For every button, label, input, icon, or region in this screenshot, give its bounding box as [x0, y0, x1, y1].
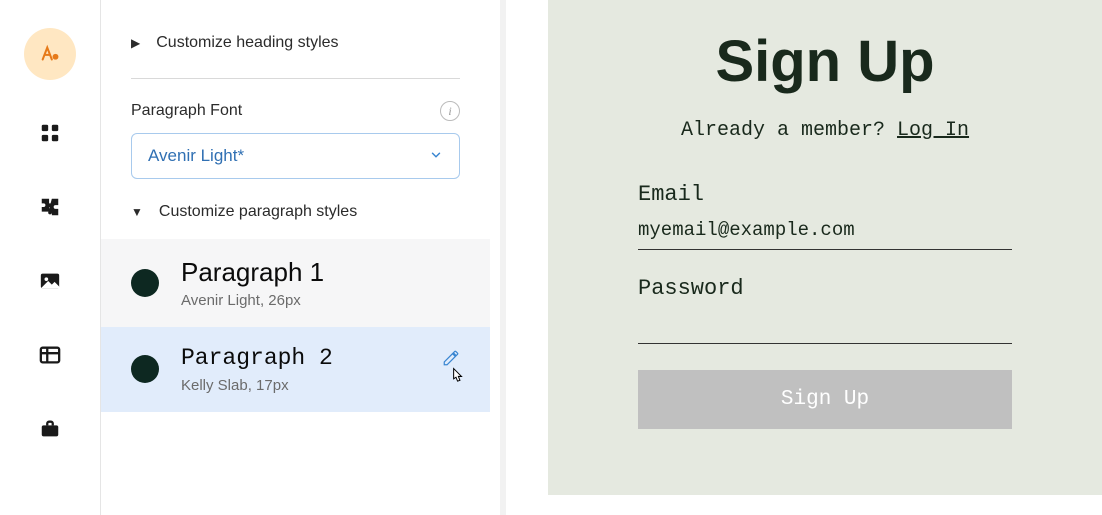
password-field[interactable]: [638, 307, 1012, 344]
already-member-row: Already a member? Log In: [598, 119, 1052, 142]
style-desc: Avenir Light, 26px: [181, 292, 460, 309]
image-icon[interactable]: [29, 260, 71, 302]
info-icon[interactable]: i: [440, 101, 460, 121]
font-select-value: Avenir Light*: [148, 146, 244, 166]
heading-styles-toggle[interactable]: ▶ Customize heading styles: [131, 30, 460, 56]
style-desc: Kelly Slab, 17px: [181, 377, 460, 394]
email-label: Email: [638, 182, 1012, 207]
style-name: Paragraph 1: [181, 257, 460, 288]
settings-panel: ▶ Customize heading styles Paragraph Fon…: [100, 0, 490, 515]
signup-button[interactable]: Sign Up: [638, 370, 1012, 429]
heading-toggle-label: Customize heading styles: [156, 34, 338, 52]
email-field[interactable]: [638, 213, 1012, 250]
login-link[interactable]: Log In: [897, 119, 969, 142]
divider: [131, 78, 460, 79]
paragraph-font-label: Paragraph Font: [131, 102, 242, 120]
password-label: Password: [638, 276, 1012, 301]
paragraph-style-1[interactable]: Paragraph 1 Avenir Light, 26px: [101, 239, 490, 327]
paragraph-style-2[interactable]: Paragraph 2 Kelly Slab, 17px: [101, 327, 490, 412]
style-name: Paragraph 2: [181, 345, 460, 373]
grid-icon[interactable]: [29, 112, 71, 154]
icon-rail: [0, 0, 100, 515]
plugins-icon[interactable]: [29, 186, 71, 228]
color-dot: [131, 355, 159, 383]
triangle-right-icon: ▶: [131, 36, 140, 50]
font-select[interactable]: Avenir Light*: [131, 133, 460, 179]
fonts-icon[interactable]: [24, 28, 76, 80]
signup-preview: Sign Up Already a member? Log In Email P…: [548, 0, 1102, 495]
table-icon[interactable]: [29, 334, 71, 376]
color-dot: [131, 269, 159, 297]
preview-area: Sign Up Already a member? Log In Email P…: [490, 0, 1102, 515]
paragraph-style-list: Paragraph 1 Avenir Light, 26px Paragraph…: [101, 239, 490, 412]
cursor-pointer-icon: [446, 367, 466, 394]
paragraph-styles-toggle[interactable]: ▼ Customize paragraph styles: [131, 199, 460, 225]
paragraph-toggle-label: Customize paragraph styles: [159, 203, 357, 221]
frame-border: [500, 0, 506, 515]
chevron-down-icon: [429, 148, 443, 165]
signup-title: Sign Up: [598, 28, 1052, 95]
triangle-down-icon: ▼: [131, 205, 143, 219]
briefcase-icon[interactable]: [29, 408, 71, 450]
already-member-text: Already a member?: [681, 119, 897, 142]
